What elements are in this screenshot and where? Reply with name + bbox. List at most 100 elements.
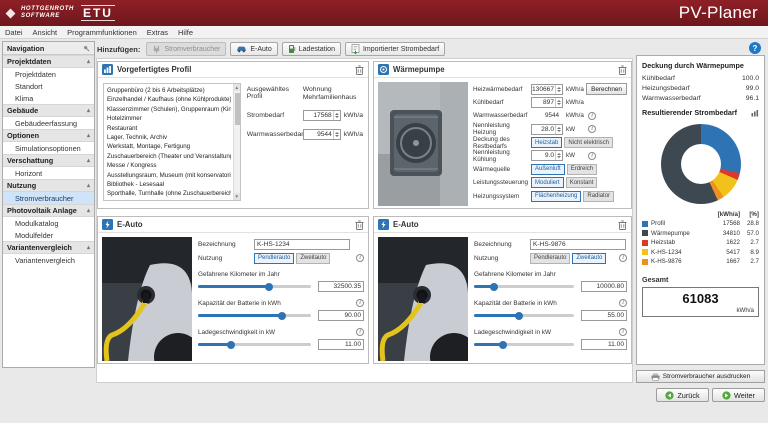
sidebar-item-simulationsoptionen[interactable]: Simulationsoptionen [3, 142, 94, 154]
pin-icon[interactable] [83, 45, 90, 52]
info-icon[interactable]: i [356, 254, 364, 262]
kilometer-slider[interactable] [474, 282, 574, 291]
ladegeschwindigkeit-slider[interactable] [474, 340, 574, 349]
toggle-aussenluft[interactable]: Außenluft [531, 164, 565, 175]
nav-section-gebaeude[interactable]: Gebäude▴ [3, 104, 94, 117]
heizwaermebedarf-input[interactable]: 130667 [531, 84, 563, 95]
info-icon[interactable]: i [619, 299, 627, 307]
batterie-value-input[interactable]: 90.00 [318, 310, 364, 321]
help-button[interactable]: ? [749, 42, 761, 54]
kilometer-value-input[interactable]: 10000.80 [581, 281, 627, 292]
toggle-erdreich[interactable]: Erdreich [567, 164, 597, 175]
trash-icon[interactable] [355, 220, 364, 230]
profile-listbox[interactable]: Gruppenbüro (2 bis 6 Arbeitsplätze) Einz… [103, 83, 241, 201]
profile-list-item[interactable]: Restaurant [107, 124, 231, 133]
nav-section-photovoltaik-anlage[interactable]: Photovoltaik Anlage▴ [3, 204, 94, 217]
kuehlbedarf-input[interactable]: 897 [531, 97, 563, 108]
batterie-slider[interactable] [198, 311, 311, 320]
scroll-down-icon[interactable]: ▼ [234, 193, 240, 200]
info-icon[interactable]: i [619, 328, 627, 336]
scrollbar-thumb[interactable] [235, 93, 240, 125]
scroll-up-icon[interactable]: ▲ [234, 84, 240, 91]
spinner-buttons[interactable] [333, 111, 340, 120]
warmwasserbedarf-input[interactable]: 9544 [303, 129, 341, 140]
profile-list-item[interactable]: Messe / Kongress [107, 161, 231, 170]
slider-handle[interactable] [227, 341, 235, 349]
slider-handle[interactable] [265, 283, 273, 291]
sidebar-item-gebaeudeerfassung[interactable]: Gebäudeerfassung [3, 117, 94, 129]
spinner-buttons[interactable] [555, 151, 562, 160]
nav-section-verschattung[interactable]: Verschattung▴ [3, 154, 94, 167]
print-stromverbraucher-button[interactable]: Stromverbraucher ausdrucken [636, 370, 765, 383]
profile-list-item[interactable]: Bibliothek - Lesesaal [107, 180, 231, 189]
info-icon[interactable]: i [356, 328, 364, 336]
info-icon[interactable]: i [588, 112, 596, 120]
profile-list-item[interactable]: Hotelzimmer [107, 114, 231, 123]
profile-list-item[interactable]: Lager, Technik, Archiv [107, 133, 231, 142]
kilometer-slider[interactable] [198, 282, 311, 291]
trash-icon[interactable] [355, 65, 364, 75]
kilometer-value-input[interactable]: 32500.35 [318, 281, 364, 292]
strombedarf-input[interactable]: 17568 [303, 110, 341, 121]
profile-list-scrollbar[interactable]: ▲ ▼ [233, 84, 240, 200]
profile-list-item[interactable]: Ausstellungsraum, Museum (mit konservato… [107, 171, 231, 180]
sidebar-item-projektdaten[interactable]: Projektdaten [3, 68, 94, 80]
profile-list-item[interactable]: Klassenzimmer (Schulen), Gruppenraum (Ki… [107, 105, 231, 114]
sidebar-item-standort[interactable]: Standort [3, 80, 94, 92]
batterie-value-input[interactable]: 55.00 [581, 310, 627, 321]
toggle-nicht-elektrisch[interactable]: Nicht elektrisch [564, 137, 613, 148]
slider-handle[interactable] [515, 312, 523, 320]
toggle-radiator[interactable]: Radiator [583, 191, 614, 202]
nennleistung-kuehlung-input[interactable]: 9.0 [531, 150, 563, 161]
info-icon[interactable]: i [588, 152, 596, 160]
sidebar-item-variantenvergleich[interactable]: Variantenvergleich [3, 254, 94, 266]
menu-datei[interactable]: Datei [5, 28, 23, 37]
trash-icon[interactable] [618, 65, 627, 75]
add-stromverbraucher-button[interactable]: Stromverbraucher [146, 42, 226, 56]
menu-programmfunktionen[interactable]: Programmfunktionen [67, 28, 137, 37]
berechnen-button[interactable]: Berechnen [586, 83, 627, 95]
toggle-moduliert[interactable]: Moduliert [531, 177, 564, 188]
info-icon[interactable]: i [356, 299, 364, 307]
profile-list-item[interactable]: Sporthalle, Turnhalle (ohne Zuschauerber… [107, 189, 231, 198]
profile-list-item[interactable]: Einzelhandel / Kaufhaus (ohne Kühlproduk… [107, 95, 231, 104]
ladegeschwindigkeit-slider[interactable] [198, 340, 311, 349]
nav-section-optionen[interactable]: Optionen▴ [3, 129, 94, 142]
toggle-pendlerauto[interactable]: Pendlerauto [530, 253, 570, 264]
batterie-slider[interactable] [474, 311, 574, 320]
zurueck-button[interactable]: Zurück [656, 388, 709, 402]
menu-extras[interactable]: Extras [147, 28, 168, 37]
toggle-flaechenheizung[interactable]: Flächenheizung [531, 191, 581, 202]
slider-handle[interactable] [278, 312, 286, 320]
sidebar-item-klima[interactable]: Klima [3, 92, 94, 104]
weiter-button[interactable]: Weiter [712, 388, 765, 402]
profile-list-item[interactable]: Werkstatt, Montage, Fertigung [107, 142, 231, 151]
info-icon[interactable]: i [619, 254, 627, 262]
profile-list-item[interactable]: Zuschauerbereich (Theater und Veranstalt… [107, 152, 231, 161]
toggle-pendlerauto[interactable]: Pendlerauto [254, 253, 294, 264]
sidebar-item-horizont[interactable]: Horizont [3, 167, 94, 179]
sidebar-item-stromverbraucher[interactable]: Stromverbraucher [3, 192, 94, 204]
nennleistung-heizung-input[interactable]: 28.0 [531, 124, 563, 135]
menu-hilfe[interactable]: Hilfe [178, 28, 193, 37]
bezeichnung-input[interactable]: K-HS-1234 [254, 239, 350, 250]
add-eauto-button[interactable]: E-Auto [230, 42, 277, 56]
nav-section-projektdaten[interactable]: Projektdaten▴ [3, 55, 94, 68]
trash-icon[interactable] [618, 220, 627, 230]
info-icon[interactable]: i [588, 125, 596, 133]
sidebar-item-modulfelder[interactable]: Modulfelder [3, 229, 94, 241]
slider-handle[interactable] [490, 283, 498, 291]
menu-ansicht[interactable]: Ansicht [33, 28, 58, 37]
add-ladestation-button[interactable]: Ladestation [282, 42, 341, 56]
nav-section-nutzung[interactable]: Nutzung▴ [3, 179, 94, 192]
ladegeschwindigkeit-value-input[interactable]: 11.00 [318, 339, 364, 350]
ladegeschwindigkeit-value-input[interactable]: 11.00 [581, 339, 627, 350]
bezeichnung-input[interactable]: K-HS-9876 [530, 239, 626, 250]
spinner-buttons[interactable] [333, 130, 340, 139]
slider-handle[interactable] [499, 341, 507, 349]
nav-section-variantenvergleich[interactable]: Variantenvergleich▴ [3, 241, 94, 254]
toggle-zweitauto[interactable]: Zweitauto [572, 253, 606, 264]
sidebar-item-modulkatalog[interactable]: Modulkatalog [3, 217, 94, 229]
toggle-konstant[interactable]: Konstant [566, 177, 598, 188]
spinner-buttons[interactable] [555, 125, 562, 134]
